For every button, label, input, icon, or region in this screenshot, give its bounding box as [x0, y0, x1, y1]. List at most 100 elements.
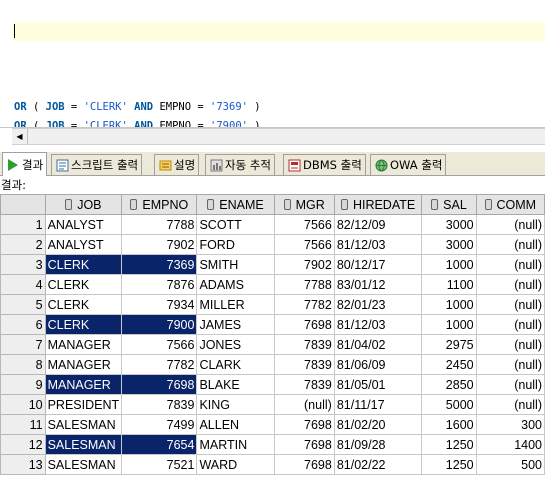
cell-comm[interactable]: (null)	[475, 254, 545, 275]
row-number[interactable]: 12	[0, 434, 46, 455]
cell-empno[interactable]: 7839	[121, 394, 198, 415]
cell-hiredate[interactable]: 81/09/28	[333, 434, 423, 455]
cell-comm[interactable]: (null)	[475, 374, 545, 395]
cell-comm[interactable]: (null)	[475, 334, 545, 355]
cell-hiredate[interactable]: 81/12/03	[333, 314, 423, 335]
cell-job[interactable]: CLERK	[44, 254, 123, 275]
cell-comm[interactable]: (null)	[475, 394, 545, 415]
cell-sal[interactable]: 1250	[421, 434, 477, 455]
cell-hiredate[interactable]: 80/12/17	[333, 254, 423, 275]
cell-hiredate[interactable]: 83/01/12	[333, 274, 423, 295]
row-number[interactable]: 2	[0, 234, 46, 255]
column-header-comm[interactable]: COMM	[475, 194, 545, 215]
cell-comm[interactable]: (null)	[475, 294, 545, 315]
table-row[interactable]: 13 SALESMAN 7521 WARD 7698 81/02/22 1250 500	[0, 454, 545, 475]
row-number[interactable]: 3	[0, 254, 46, 275]
tab-dbms-output[interactable]: DBMS 출력	[283, 154, 366, 175]
row-number[interactable]: 6	[0, 314, 46, 335]
cell-comm[interactable]: (null)	[475, 234, 545, 255]
cell-hiredate[interactable]: 81/05/01	[333, 374, 423, 395]
row-number[interactable]: 9	[0, 374, 46, 395]
cell-empno[interactable]: 7934	[121, 294, 198, 315]
cell-ename[interactable]: MILLER	[196, 294, 275, 315]
cell-mgr[interactable]: 7839	[273, 334, 335, 355]
cell-sal[interactable]: 3000	[421, 214, 477, 235]
column-header-sal[interactable]: SAL	[421, 194, 477, 215]
table-row[interactable]: 2 ANALYST 7902 FORD 7566 81/12/03 3000 (null)	[0, 234, 545, 255]
cell-comm[interactable]: (null)	[475, 354, 545, 375]
cell-hiredate[interactable]: 81/12/03	[333, 234, 423, 255]
cell-job[interactable]: MANAGER	[44, 334, 123, 355]
row-number[interactable]: 10	[0, 394, 46, 415]
row-number[interactable]: 5	[0, 294, 46, 315]
cell-job[interactable]: CLERK	[44, 274, 123, 295]
cell-empno[interactable]: 7788	[121, 214, 198, 235]
cell-mgr[interactable]: 7698	[273, 314, 335, 335]
cell-hiredate[interactable]: 81/06/09	[333, 354, 423, 375]
table-row[interactable]: 1 ANALYST 7788 SCOTT 7566 82/12/09 3000 (null)	[0, 214, 545, 235]
column-header-mgr[interactable]: MGR	[273, 194, 335, 215]
cell-job[interactable]: MANAGER	[44, 374, 123, 395]
cell-mgr[interactable]: 7698	[273, 454, 335, 475]
cell-job[interactable]: PRESIDENT	[44, 394, 123, 415]
cell-comm[interactable]: 300	[475, 414, 545, 435]
row-number[interactable]: 4	[0, 274, 46, 295]
row-number[interactable]: 7	[0, 334, 46, 355]
cell-hiredate[interactable]: 81/02/20	[333, 414, 423, 435]
cell-hiredate[interactable]: 81/04/02	[333, 334, 423, 355]
table-row[interactable]: 5 CLERK 7934 MILLER 7782 82/01/23 1000 (null)	[0, 294, 545, 315]
cell-ename[interactable]: CLARK	[196, 354, 275, 375]
table-row[interactable]: 3 CLERK 7369 SMITH 7902 80/12/17 1000 (null)	[0, 254, 545, 275]
table-row[interactable]: 11 SALESMAN 7499 ALLEN 7698 81/02/20 1600 300	[0, 414, 545, 435]
cell-comm[interactable]: (null)	[475, 314, 545, 335]
table-row[interactable]: 8 MANAGER 7782 CLARK 7839 81/06/09 2450 (null)	[0, 354, 545, 375]
cell-hiredate[interactable]: 82/12/09	[333, 214, 423, 235]
table-row[interactable]: 6 CLERK 7900 JAMES 7698 81/12/03 1000 (null)	[0, 314, 545, 335]
cell-empno[interactable]: 7876	[121, 274, 198, 295]
cell-sal[interactable]: 1250	[421, 454, 477, 475]
row-number[interactable]: 11	[0, 414, 46, 435]
table-row[interactable]: 4 CLERK 7876 ADAMS 7788 83/01/12 1100 (null)	[0, 274, 545, 295]
table-row[interactable]: 12 SALESMAN 7654 MARTIN 7698 81/09/28 1250 1400	[0, 434, 545, 455]
cell-hiredate[interactable]: 82/01/23	[333, 294, 423, 315]
cell-ename[interactable]: KING	[196, 394, 275, 415]
results-grid[interactable]: JOB EMPNO ENAME MGR HIREDATE SAL COMM 1A…	[0, 194, 545, 477]
cell-comm[interactable]: (null)	[475, 274, 545, 295]
editor-horizontal-scrollbar[interactable]: ◀	[12, 128, 545, 145]
cell-empno[interactable]: 7566	[121, 334, 198, 355]
cell-comm[interactable]: 1400	[475, 434, 545, 455]
cell-mgr[interactable]: 7698	[273, 414, 335, 435]
cell-ename[interactable]: WARD	[196, 454, 275, 475]
cell-sal[interactable]: 2450	[421, 354, 477, 375]
cell-mgr[interactable]: 7839	[273, 374, 335, 395]
cell-ename[interactable]: FORD	[196, 234, 275, 255]
row-number[interactable]: 13	[0, 454, 46, 475]
cell-ename[interactable]: JAMES	[196, 314, 275, 335]
cell-empno[interactable]: 7521	[121, 454, 198, 475]
cell-ename[interactable]: ADAMS	[196, 274, 275, 295]
cell-ename[interactable]: ALLEN	[196, 414, 275, 435]
tab-script-output[interactable]: 스크립트 출력	[51, 154, 143, 175]
cell-sal[interactable]: 1100	[421, 274, 477, 295]
cell-mgr[interactable]: 7788	[273, 274, 335, 295]
row-number[interactable]: 1	[0, 214, 46, 235]
table-row[interactable]: 10 PRESIDENT 7839 KING (null) 81/11/17 5000 (nu…	[0, 394, 545, 415]
cell-empno[interactable]: 7902	[121, 234, 198, 255]
cell-mgr[interactable]: 7566	[273, 234, 335, 255]
cell-sal[interactable]: 1000	[421, 294, 477, 315]
cell-sal[interactable]: 3000	[421, 234, 477, 255]
sql-editor[interactable]: select * from test_emp OR ( JOB = 'CLERK…	[0, 0, 545, 128]
cell-job[interactable]: SALESMAN	[44, 414, 123, 435]
table-row[interactable]: 9 MANAGER 7698 BLAKE 7839 81/05/01 2850 (null)	[0, 374, 545, 395]
code-line-select[interactable]: select * from test_emp	[14, 3, 178, 37]
code-line-or-condition[interactable]: OR ( JOB = 'CLERK' AND EMPNO = '7369' )	[14, 98, 261, 117]
cell-job[interactable]: CLERK	[44, 294, 123, 315]
column-header-hiredate[interactable]: HIREDATE	[333, 194, 423, 215]
cell-job[interactable]: ANALYST	[44, 234, 123, 255]
cell-job[interactable]: CLERK	[44, 314, 123, 335]
cell-empno[interactable]: 7654	[121, 434, 198, 455]
cell-hiredate[interactable]: 81/11/17	[333, 394, 423, 415]
cell-sal[interactable]: 5000	[421, 394, 477, 415]
cell-mgr[interactable]: (null)	[273, 394, 335, 415]
cell-sal[interactable]: 1600	[421, 414, 477, 435]
